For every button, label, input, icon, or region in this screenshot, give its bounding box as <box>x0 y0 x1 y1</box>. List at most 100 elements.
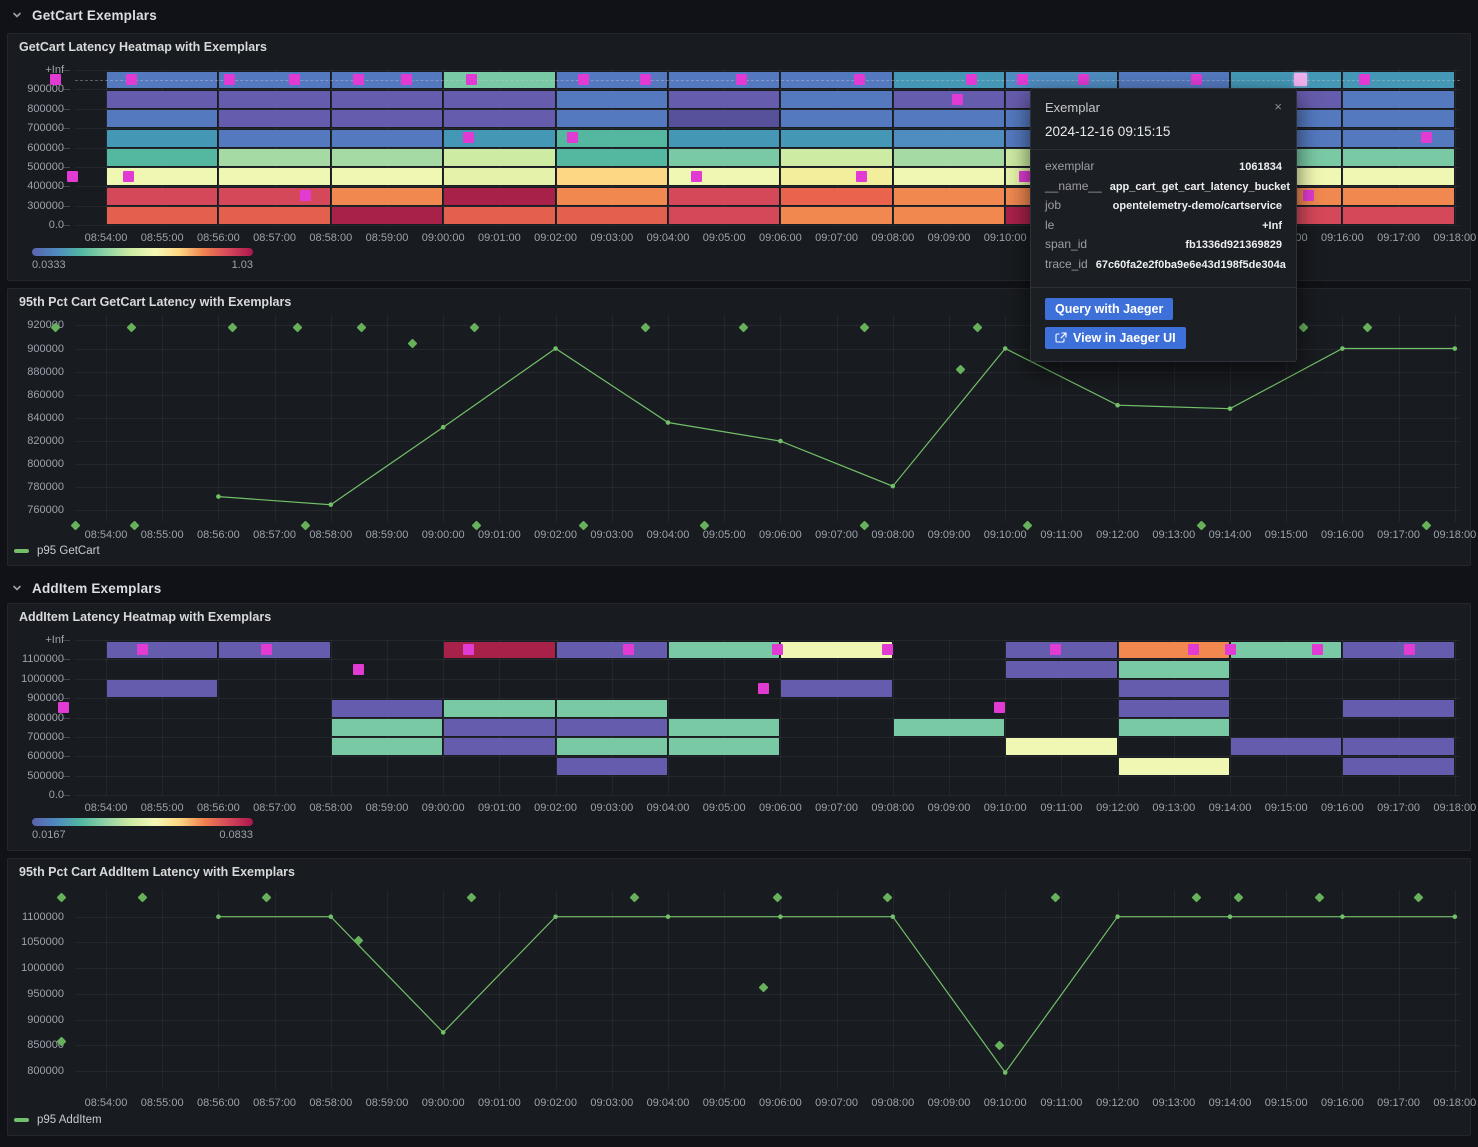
data-point[interactable] <box>1453 346 1458 351</box>
y-axis-label: 850000 <box>0 1040 64 1051</box>
exemplar-marker[interactable] <box>1303 190 1314 201</box>
x-axis-label: 09:16:00 <box>1314 232 1370 244</box>
exemplar-marker[interactable] <box>966 74 977 85</box>
panel-title[interactable]: 95th Pct Cart GetCart Latency with Exemp… <box>19 295 291 309</box>
exemplar-marker[interactable] <box>623 644 634 655</box>
query-with-jaeger-button[interactable]: Query with Jaeger <box>1045 298 1173 320</box>
exemplar-marker[interactable] <box>401 74 412 85</box>
exemplar-marker[interactable] <box>300 190 311 201</box>
heatmap-cell <box>219 168 329 185</box>
data-point[interactable] <box>216 494 221 499</box>
exemplar-marker[interactable] <box>123 171 134 182</box>
exemplar-marker[interactable] <box>137 644 148 655</box>
heatmap-cell <box>107 149 217 166</box>
exemplar-marker[interactable] <box>126 74 137 85</box>
exemplar-marker[interactable] <box>1359 74 1370 85</box>
heatmap-cell <box>107 130 217 147</box>
exemplar-marker[interactable] <box>1421 132 1432 143</box>
exemplar-marker-selected[interactable] <box>1294 73 1307 86</box>
row-header-additem[interactable]: AddItem Exemplars <box>0 575 1478 601</box>
data-point[interactable] <box>778 439 783 444</box>
heatmap-cell <box>781 188 891 205</box>
exemplar-marker[interactable] <box>854 74 865 85</box>
exemplar-marker[interactable] <box>994 702 1005 713</box>
data-point[interactable] <box>329 914 334 919</box>
data-point[interactable] <box>216 914 221 919</box>
exemplar-marker[interactable] <box>58 702 69 713</box>
y-axis-label: 800000 <box>0 104 64 115</box>
exemplar-marker[interactable] <box>1191 74 1202 85</box>
data-point[interactable] <box>329 502 334 507</box>
exemplar-marker[interactable] <box>736 74 747 85</box>
exemplar-marker[interactable] <box>1050 644 1061 655</box>
exemplar-marker[interactable] <box>758 683 769 694</box>
data-point[interactable] <box>441 1030 446 1035</box>
data-point[interactable] <box>1228 914 1233 919</box>
exemplar-marker[interactable] <box>67 171 78 182</box>
data-point[interactable] <box>553 914 558 919</box>
exemplar-marker[interactable] <box>224 74 235 85</box>
exemplar-marker[interactable] <box>1078 74 1089 85</box>
exemplar-marker[interactable] <box>463 644 474 655</box>
data-point[interactable] <box>441 425 446 430</box>
close-icon[interactable]: × <box>1274 100 1282 113</box>
exemplar-marker[interactable] <box>1188 644 1199 655</box>
data-point[interactable] <box>666 420 671 425</box>
row-header-getcart[interactable]: GetCart Exemplars <box>0 2 1478 28</box>
data-point[interactable] <box>1003 1070 1008 1075</box>
exemplar-marker[interactable] <box>1404 644 1415 655</box>
data-point[interactable] <box>553 346 558 351</box>
panel-title[interactable]: AddItem Latency Heatmap with Exemplars <box>19 610 271 624</box>
row-title: AddItem Exemplars <box>32 581 161 596</box>
exemplar-marker[interactable] <box>1019 171 1030 182</box>
data-point[interactable] <box>891 914 896 919</box>
exemplar-marker[interactable] <box>1225 644 1236 655</box>
exemplar-marker[interactable] <box>289 74 300 85</box>
additem-heatmap-plot: 08:54:0008:55:0008:56:0008:57:0008:58:00… <box>75 640 1460 795</box>
panel-title[interactable]: 95th Pct Cart AddItem Latency with Exemp… <box>19 865 295 879</box>
y-axis-label: 1050000 <box>0 937 64 948</box>
data-point[interactable] <box>1340 346 1345 351</box>
data-point[interactable] <box>1115 403 1120 408</box>
exemplar-marker[interactable] <box>1017 74 1028 85</box>
data-point[interactable] <box>1003 346 1008 351</box>
exemplar-marker[interactable] <box>856 171 867 182</box>
data-point[interactable] <box>778 914 783 919</box>
x-axis-label: 08:54:00 <box>78 529 134 541</box>
exemplar-marker[interactable] <box>353 74 364 85</box>
tooltip-field-row: trace_id67c60fa2e2f0ba9e6e43d198f5de304a <box>1045 257 1282 277</box>
exemplar-marker[interactable] <box>50 74 61 85</box>
exemplar-marker[interactable] <box>640 74 651 85</box>
exemplar-marker[interactable] <box>952 94 963 105</box>
x-axis-label: 09:11:00 <box>1033 1097 1089 1109</box>
heatmap-cell <box>444 168 554 185</box>
heatmap-cell <box>332 207 442 224</box>
data-point[interactable] <box>1340 914 1345 919</box>
exemplar-marker[interactable] <box>353 664 364 675</box>
panel-title[interactable]: GetCart Latency Heatmap with Exemplars <box>19 40 267 54</box>
exemplar-marker[interactable] <box>691 171 702 182</box>
data-point[interactable] <box>666 914 671 919</box>
exemplar-marker[interactable] <box>466 74 477 85</box>
grid-line <box>75 776 1460 777</box>
data-point[interactable] <box>1115 914 1120 919</box>
exemplar-marker[interactable] <box>772 644 783 655</box>
data-point[interactable] <box>891 484 896 489</box>
exemplar-marker[interactable] <box>567 132 578 143</box>
y-axis-tick <box>63 109 70 110</box>
heatmap-cell <box>332 149 442 166</box>
exemplar-marker[interactable] <box>1312 644 1323 655</box>
legend-item-p95-additem[interactable]: p95 AddItem <box>14 1114 102 1126</box>
view-in-jaeger-ui-button[interactable]: View in Jaeger UI <box>1045 327 1186 349</box>
exemplar-marker[interactable] <box>578 74 589 85</box>
data-point[interactable] <box>1453 914 1458 919</box>
field-key: __name__ <box>1045 179 1102 193</box>
data-point[interactable] <box>1228 406 1233 411</box>
legend-item-p95-getcart[interactable]: p95 GetCart <box>14 545 100 557</box>
heatmap-cell <box>444 738 554 755</box>
exemplar-marker[interactable] <box>261 644 272 655</box>
x-axis-label: 09:09:00 <box>921 529 977 541</box>
exemplar-marker[interactable] <box>882 644 893 655</box>
field-key: job <box>1045 198 1061 212</box>
exemplar-marker[interactable] <box>463 132 474 143</box>
